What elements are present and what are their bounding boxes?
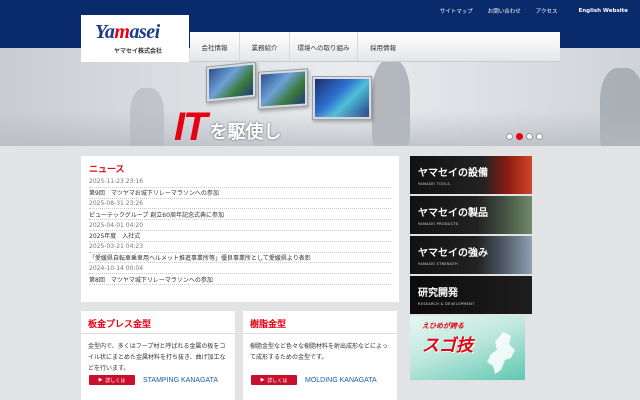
news-date: 2025-11-23 23:16	[89, 178, 144, 186]
side-link-sublabel: YAMASEI TOOLS	[418, 182, 450, 186]
hero-slider	[0, 48, 640, 146]
news-date-row: 2025-08-31 23:26	[89, 199, 391, 210]
side-link-label: ヤマセイの強み	[418, 248, 488, 259]
slider-dot[interactable]	[526, 133, 533, 140]
banner-small-text: えひめが誇る	[422, 322, 464, 330]
side-link-products[interactable]: ヤマセイの製品 YAMASEI PRODUCTS	[410, 196, 532, 234]
side-link-rnd[interactable]: 研究開発 RESEARCH & DEVELOPMENT	[410, 276, 532, 314]
card-footer: ▶ 詳しくは MOLDING KANAGATA	[251, 375, 377, 385]
slider-dot-active[interactable]	[516, 133, 523, 140]
banner-big-text: スゴ技	[422, 336, 473, 356]
details-button[interactable]: ▶ 詳しくは	[251, 375, 297, 385]
card-title: 板金プレス金型	[81, 317, 235, 334]
hero-monitor	[206, 61, 256, 103]
slider-dot[interactable]	[506, 133, 513, 140]
news-date: 2025-04-01 04:20	[89, 221, 144, 229]
arrow-right-icon: ▶	[260, 377, 265, 383]
sugowaza-banner[interactable]: えひめが誇る スゴ技	[410, 316, 525, 380]
news-date-row: 2025-11-23 23:16	[89, 177, 391, 188]
side-link-sublabel: RESEARCH & DEVELOPMENT	[418, 302, 475, 306]
card-molding: 樹脂金型 樹脂金型など色々な樹脂材料を射出成形などによって成形するための金型です…	[243, 311, 397, 400]
news-date: 2025-08-31 23:26	[89, 199, 144, 207]
nav-item-recruit[interactable]: 採用情報	[358, 32, 408, 61]
global-nav: 会社情報 業務紹介 環境への取り組み 採用情報	[190, 32, 560, 62]
news-panel: ニュース 2025-11-23 23:16 第9回 マツヤマお城下リレーマラソン…	[81, 156, 399, 302]
english-website-link[interactable]: English Website	[578, 8, 628, 14]
news-heading: ニュース	[89, 165, 125, 175]
nav-item-company[interactable]: 会社情報	[190, 32, 240, 61]
details-button[interactable]: ▶ 詳しくは	[89, 375, 135, 385]
logo[interactable]: Yamasei ヤマセイ株式会社	[81, 15, 189, 62]
slider-dots	[506, 133, 543, 140]
card-english-label: MOLDING KANAGATA	[305, 376, 377, 384]
side-link-label: 研究開発	[418, 288, 458, 299]
side-link-sublabel: YAMASEI STRENGTH	[418, 262, 459, 266]
news-date: 2024-10-14 00:04	[89, 264, 144, 272]
contact-link[interactable]: お問い合わせ	[488, 7, 521, 15]
side-link-label: ヤマセイの製品	[418, 208, 488, 219]
side-link-strength[interactable]: ヤマセイの強み YAMASEI STRENGTH	[410, 236, 532, 274]
card-stamping: 板金プレス金型 金型内で、多くはフープ材と呼ばれる金属の板をコイル状にまとめた金…	[81, 311, 235, 400]
card-title: 樹脂金型	[243, 317, 397, 334]
nav-item-environment[interactable]: 環境への取り組み	[290, 32, 358, 61]
side-link-equipment[interactable]: ヤマセイの設備 YAMASEI TOOLS	[410, 156, 532, 194]
news-link[interactable]: 2025年度 入社式	[89, 231, 140, 240]
news-date: 2025-03-21 04:23	[89, 243, 144, 251]
news-date-row: 2025-03-21 04:23	[89, 242, 391, 253]
hero-title: IT を駆使し	[174, 104, 282, 149]
utility-nav: サイトマップ お問い合わせ アクセス English Website	[440, 4, 628, 18]
news-link[interactable]: 「愛媛県自転車乗車用ヘルメット推進事業所等」優良事業所として愛媛県より表彰	[89, 253, 311, 262]
news-item[interactable]: 第8回 マツヤマ城下リレーマラソンへの参加	[89, 274, 391, 285]
slider-dot[interactable]	[536, 133, 543, 140]
news-link[interactable]: 第8回 マツヤマ城下リレーマラソンへの参加	[89, 275, 213, 284]
sitemap-link[interactable]: サイトマップ	[440, 7, 473, 15]
news-date-row: 2024-10-14 00:04	[89, 263, 391, 275]
logo-wordmark: Yamasei	[95, 21, 160, 43]
hero-title-rest: を駆使し	[209, 122, 282, 143]
news-link[interactable]: 第9回 マツヤマお城下リレーマラソンへの参加	[89, 188, 219, 197]
side-link-sublabel: YAMASEI PRODUCTS	[418, 222, 459, 226]
news-link[interactable]: ピューテックグループ 創立60周年記念式典に参加	[89, 210, 224, 219]
card-description: 樹脂金型など色々な樹脂材料を射出成形などによって成形するための金型です。	[250, 343, 388, 361]
news-item[interactable]: 第9回 マツヤマお城下リレーマラソンへの参加	[89, 188, 391, 199]
card-english-label: STAMPING KANAGATA	[143, 376, 219, 384]
card-footer: ▶ 詳しくは STAMPING KANAGATA	[89, 375, 218, 385]
map-icon	[487, 332, 515, 374]
nav-item-business[interactable]: 業務紹介	[240, 32, 290, 61]
card-description: 金型内で、多くはフープ材と呼ばれる金属の板をコイル状にまとめた金属材料を打ち抜き…	[88, 343, 226, 372]
news-item[interactable]: 「愛媛県自転車乗車用ヘルメット推進事業所等」優良事業所として愛媛県より表彰	[89, 253, 391, 264]
hero-floor	[0, 110, 640, 146]
side-link-label: ヤマセイの設備	[418, 168, 488, 179]
logo-company-name: ヤマセイ株式会社	[114, 48, 163, 55]
news-item[interactable]: ピューテックグループ 創立60周年記念式典に参加	[89, 209, 391, 221]
access-link[interactable]: アクセス	[536, 7, 558, 15]
news-date-row: 2025-04-01 04:20	[89, 220, 391, 231]
arrow-right-icon: ▶	[98, 377, 103, 383]
hero-title-it: IT	[174, 105, 208, 149]
news-item[interactable]: 2025年度 入社式	[89, 231, 391, 242]
